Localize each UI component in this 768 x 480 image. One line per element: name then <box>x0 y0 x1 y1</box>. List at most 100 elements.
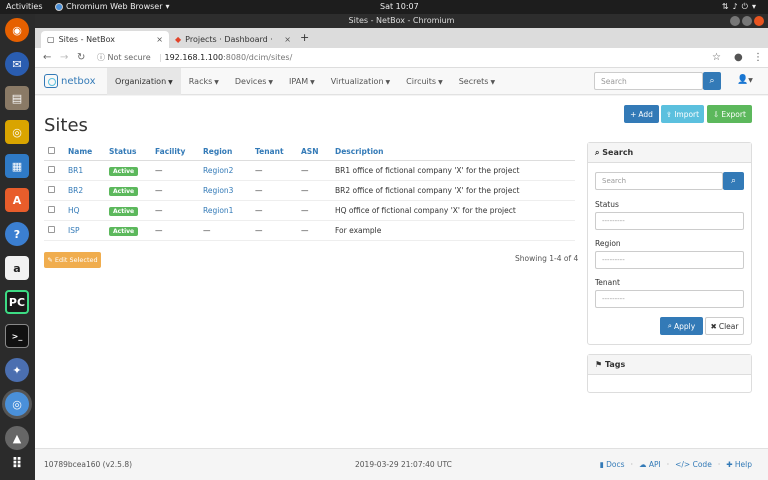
plus-icon: + <box>630 109 637 119</box>
help-link[interactable]: ✚ Help <box>726 460 752 469</box>
app-menu-label: Chromium Web Browser <box>66 2 163 11</box>
docs-link[interactable]: ▮ Docs <box>600 460 625 469</box>
row-checkbox-cell[interactable] <box>44 160 64 181</box>
gnome-tweaks-icon[interactable]: ✦ <box>5 358 29 382</box>
row-checkbox-cell[interactable] <box>44 200 64 221</box>
menu-virtualization[interactable]: Virtualization ▼ <box>323 68 398 95</box>
col-facility[interactable]: Facility <box>151 143 199 161</box>
site-link[interactable]: HQ <box>68 206 80 215</box>
window-title-bar: Sites - NetBox - Chromium <box>35 14 768 28</box>
code-link[interactable]: </> Code <box>675 460 712 469</box>
site-link[interactable]: BR1 <box>68 166 83 175</box>
import-button[interactable]: ⇪ Import <box>661 105 704 123</box>
clear-button[interactable]: ✖ Clear <box>705 317 744 335</box>
api-link[interactable]: ☁ API <box>639 460 661 469</box>
firefox-icon[interactable]: ◉ <box>5 18 29 42</box>
status-filter-select[interactable]: --------- <box>595 212 744 230</box>
col-tenant[interactable]: Tenant <box>251 143 297 161</box>
chromium-dock-icon[interactable]: ◎ <box>5 392 29 416</box>
row-checkbox[interactable] <box>48 165 55 173</box>
col-region[interactable]: Region <box>199 143 251 161</box>
main-menu: Organization ▼ Racks ▼ Devices ▼ IPAM ▼ Virt… <box>107 68 503 95</box>
menu-organization[interactable]: Organization ▼ <box>107 68 181 95</box>
row-checkbox[interactable] <box>48 225 55 233</box>
menu-kebab-icon[interactable]: ⋮ <box>753 52 763 63</box>
help-icon[interactable]: ? <box>5 222 29 246</box>
files-icon[interactable]: ▤ <box>5 86 29 110</box>
col-name[interactable]: Name <box>64 143 105 161</box>
select-all-checkbox[interactable] <box>48 146 55 154</box>
terminal-icon[interactable]: >_ <box>5 324 29 348</box>
footer-links: ▮ Docs · ☁ API · </> Code · ✚ Help <box>600 460 752 469</box>
edit-selected-button[interactable]: ✎ Edit Selected <box>44 252 101 268</box>
tenant-cell: — <box>251 180 297 201</box>
activities-button[interactable]: Activities <box>6 2 43 11</box>
menu-devices[interactable]: Devices ▼ <box>227 68 281 95</box>
url-bar[interactable]: ⓘ Not secure | 192.168.1.100:8080/dcim/s… <box>97 51 702 65</box>
add-button[interactable]: + Add <box>624 105 659 123</box>
brand-name: netbox <box>61 75 96 87</box>
search-panel-header: ⌕ Search <box>588 143 751 163</box>
site-link[interactable]: ISP <box>68 226 80 235</box>
back-icon[interactable]: ← <box>43 52 51 63</box>
tags-panel: ⚑ Tags <box>587 354 752 393</box>
filter-search-button[interactable]: ⌕ <box>723 172 744 190</box>
user-menu[interactable]: 👤▼ <box>737 75 753 85</box>
close-tab-icon[interactable]: × <box>284 31 291 48</box>
update-icon[interactable]: ▲ <box>5 426 29 450</box>
add-label: Add <box>638 109 653 119</box>
region-link[interactable]: Region3 <box>203 186 233 195</box>
row-checkbox-cell[interactable] <box>44 220 64 241</box>
select-all-checkbox-cell[interactable] <box>44 143 64 161</box>
global-search-button[interactable]: ⌕ <box>703 72 721 90</box>
bookmark-star-icon[interactable]: ☆ <box>712 52 721 63</box>
tab-gitlab-projects[interactable]: ◆ Projects · Dashboard · Git × <box>169 31 297 48</box>
clock[interactable]: Sat 10:07 <box>380 2 419 11</box>
minimize-button[interactable] <box>730 16 740 26</box>
system-tray[interactable]: ⇅♪⏻▾ <box>722 2 760 12</box>
export-button[interactable]: ⇩ Export <box>707 105 752 123</box>
asn-cell: — <box>297 160 331 181</box>
menu-racks[interactable]: Racks ▼ <box>181 68 227 95</box>
apply-button[interactable]: ⌕ Apply <box>660 317 703 335</box>
caret-down-icon: ▼ <box>268 79 274 86</box>
row-checkbox-cell[interactable] <box>44 180 64 201</box>
maximize-button[interactable] <box>742 16 752 26</box>
tenant-filter-select[interactable]: --------- <box>595 290 744 308</box>
account-icon[interactable]: ● <box>734 52 743 63</box>
col-description[interactable]: Description <box>331 143 575 161</box>
user-icon: 👤 <box>737 75 749 85</box>
show-apps-icon[interactable]: ⠿ <box>5 452 29 476</box>
forward-icon[interactable]: → <box>60 52 68 63</box>
filter-search-input[interactable]: Search <box>595 172 723 190</box>
download-icon: ⇩ <box>713 109 720 119</box>
col-asn[interactable]: ASN <box>297 143 331 161</box>
writer-icon[interactable]: ▦ <box>5 154 29 178</box>
region-link[interactable]: Region1 <box>203 206 233 215</box>
pycharm-icon[interactable]: PC <box>5 290 29 314</box>
amazon-icon[interactable]: a <box>5 256 29 280</box>
search-icon: ⌕ <box>667 321 672 330</box>
new-tab-button[interactable]: + <box>300 31 309 44</box>
menu-ipam[interactable]: IPAM ▼ <box>281 68 323 95</box>
menu-secrets[interactable]: Secrets ▼ <box>451 68 503 95</box>
rhythmbox-icon[interactable]: ◎ <box>5 120 29 144</box>
row-checkbox[interactable] <box>48 205 55 213</box>
software-center-icon[interactable]: A <box>5 188 29 212</box>
export-label: Export <box>721 109 746 119</box>
col-status[interactable]: Status <box>105 143 151 161</box>
tab-sites-netbox[interactable]: ▢ Sites - NetBox × <box>41 31 169 48</box>
netbox-navbar: netbox Organization ▼ Racks ▼ Devices ▼ IPA… <box>35 68 768 95</box>
close-window-button[interactable] <box>754 16 764 26</box>
site-link[interactable]: BR2 <box>68 186 83 195</box>
app-menu[interactable]: Chromium Web Browser ▾ <box>55 2 170 11</box>
close-tab-icon[interactable]: × <box>156 31 163 48</box>
region-filter-select[interactable]: --------- <box>595 251 744 269</box>
netbox-logo[interactable]: netbox <box>44 74 96 88</box>
thunderbird-icon[interactable]: ✉ <box>5 52 29 76</box>
global-search-input[interactable]: Search <box>594 72 703 90</box>
reload-icon[interactable]: ↻ <box>77 52 85 63</box>
menu-circuits[interactable]: Circuits ▼ <box>398 68 451 95</box>
row-checkbox[interactable] <box>48 185 55 193</box>
region-link[interactable]: Region2 <box>203 166 233 175</box>
